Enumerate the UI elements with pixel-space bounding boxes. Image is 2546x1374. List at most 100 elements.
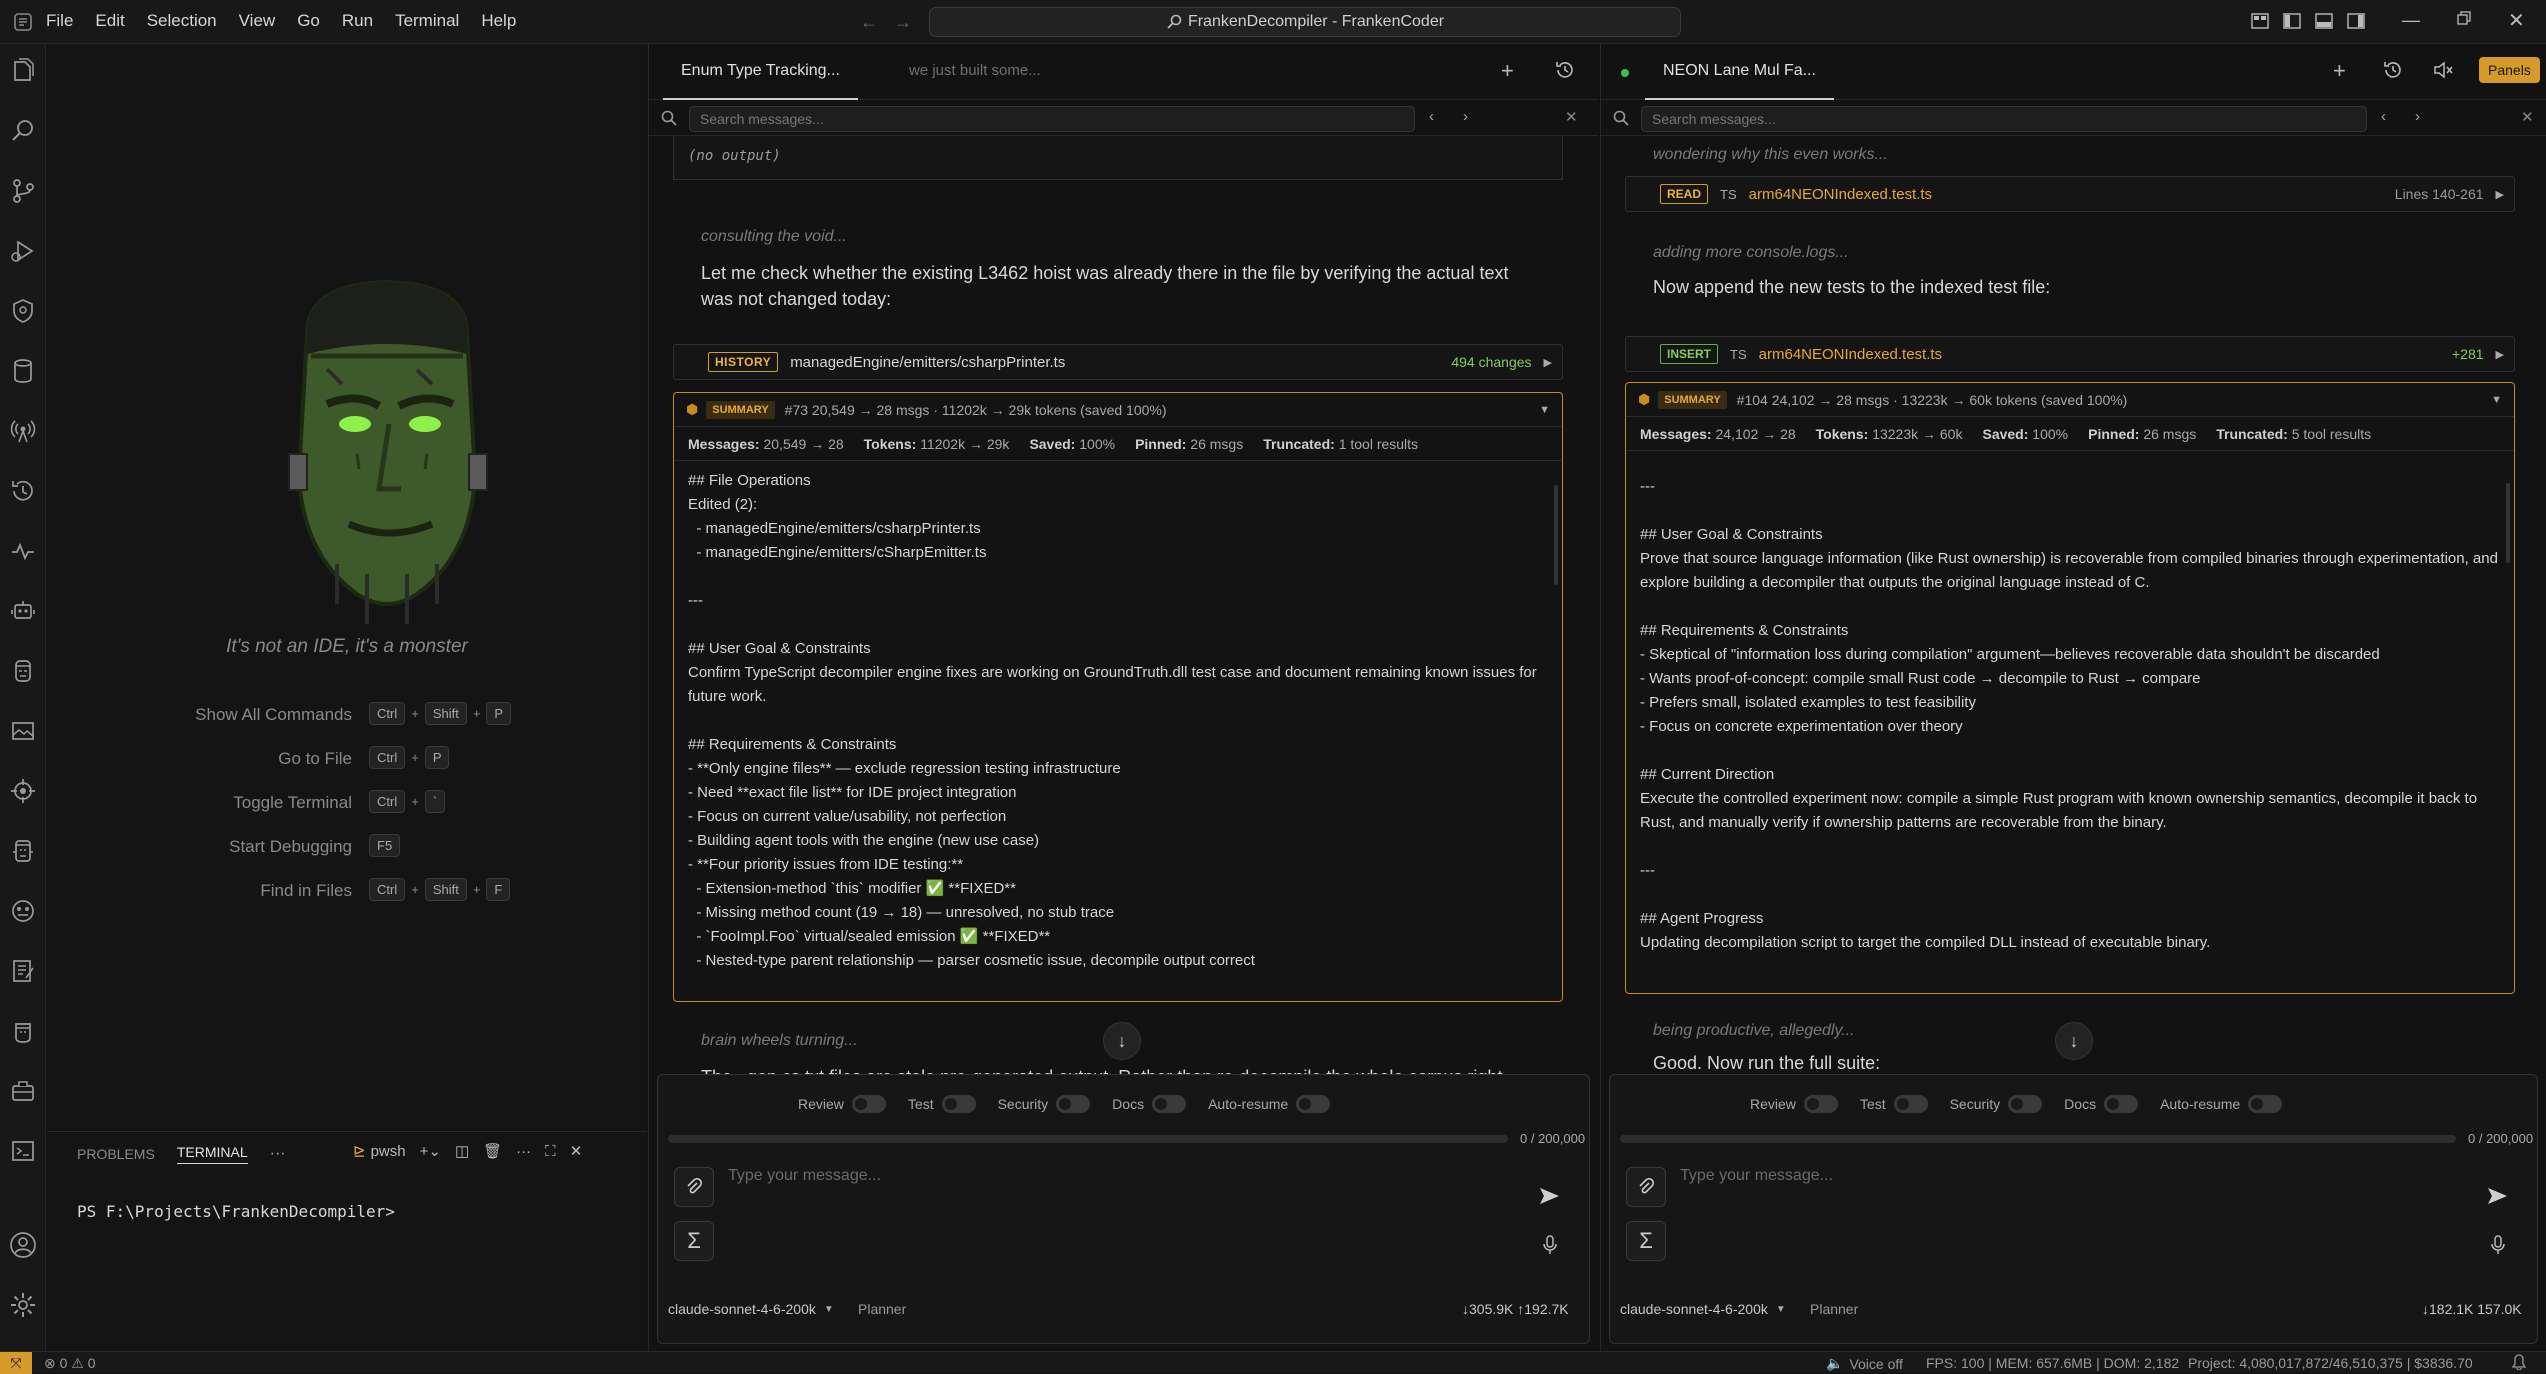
sigma-icon[interactable]: Σ (1626, 1221, 1666, 1261)
summary-header[interactable]: ⬢ SUMMARY #104 24,102 → 28 msgs · 13223k… (1626, 383, 2514, 417)
toggle-security[interactable]: Security (998, 1095, 1091, 1113)
summary-scrollbar[interactable] (1554, 485, 1558, 585)
shortcut-toggle-terminal[interactable]: Toggle Terminal Ctrl + ` (47, 790, 647, 816)
send-icon[interactable] (1538, 1185, 1560, 1207)
search-icon[interactable] (6, 114, 40, 148)
attach-icon[interactable] (674, 1167, 714, 1207)
tab-problems[interactable]: PROBLEMS (77, 1146, 155, 1162)
toolbox-icon[interactable] (6, 1074, 40, 1108)
model-selector[interactable]: claude-sonnet-4-6-200k ▼ (668, 1301, 834, 1317)
toggle-test[interactable]: Test (908, 1095, 976, 1113)
monster-face-icon[interactable] (6, 654, 40, 688)
new-chat-icon[interactable]: + (2333, 58, 2346, 84)
mode-selector[interactable]: Planner (858, 1301, 906, 1317)
image-board-icon[interactable] (6, 714, 40, 748)
summary-header[interactable]: ⬢ SUMMARY #73 20,549 → 28 msgs · 11202k … (674, 393, 1562, 427)
shortcut-find-in-files[interactable]: Find in Files Ctrl + Shift + F (47, 878, 647, 904)
message-search-input[interactable]: Search messages... (1641, 106, 2367, 132)
microphone-icon[interactable] (1542, 1235, 1558, 1255)
scroll-to-bottom-icon[interactable]: ↓ (1103, 1022, 1141, 1060)
account-icon[interactable] (6, 1228, 40, 1262)
minimize-icon[interactable]: — (2402, 10, 2420, 31)
mute-icon[interactable] (2433, 61, 2453, 79)
microphone-icon[interactable] (2490, 1235, 2506, 1255)
expand-arrow-icon[interactable]: ▶ (2496, 188, 2504, 201)
customize-layout-icon[interactable] (2250, 11, 2270, 31)
database-icon[interactable] (6, 354, 40, 388)
toggle-review[interactable]: Review (798, 1095, 886, 1113)
close-window-icon[interactable]: ✕ (2508, 8, 2525, 33)
expand-arrow-icon[interactable]: ▶ (2496, 348, 2504, 361)
notepad-icon[interactable] (6, 954, 40, 988)
search-next-icon[interactable]: › (2415, 108, 2420, 125)
shield-icon[interactable] (6, 294, 40, 328)
more-actions-icon[interactable]: ··· (516, 1143, 531, 1160)
toggle-auto-resume[interactable]: Auto-resume (2160, 1095, 2283, 1113)
terminal-board-icon[interactable] (6, 1134, 40, 1168)
message-search-input[interactable]: Search messages... (689, 106, 1415, 132)
restore-icon[interactable] (2456, 10, 2472, 26)
menu-edit[interactable]: Edit (95, 11, 124, 31)
expand-arrow-icon[interactable]: ▶ (1544, 356, 1552, 369)
menu-go[interactable]: Go (297, 11, 320, 31)
history-icon[interactable] (1555, 60, 1575, 80)
pulse-icon[interactable] (6, 534, 40, 568)
source-control-icon[interactable] (6, 174, 40, 208)
close-panel-icon[interactable]: ✕ (570, 1142, 583, 1160)
collapse-icon[interactable]: ▼ (1539, 404, 1550, 416)
panels-button[interactable]: Panels (2479, 57, 2540, 83)
toggle-docs[interactable]: Docs (2064, 1095, 2139, 1113)
terminal-prompt[interactable]: PS F:\Projects\FrankenDecompiler> (77, 1202, 395, 1221)
voice-status[interactable]: 🔈 Voice off (1826, 1355, 1903, 1372)
toggle-secondary-sidebar-icon[interactable] (2346, 11, 2366, 31)
history-icon[interactable] (2383, 60, 2403, 80)
send-icon[interactable] (2486, 1185, 2508, 1207)
maximize-panel-icon[interactable]: ⛶ (545, 1143, 556, 1160)
monster-head-icon[interactable] (6, 1014, 40, 1048)
run-debug-icon[interactable] (6, 234, 40, 268)
back-arrow-icon[interactable]: ← (860, 12, 878, 33)
robot-icon[interactable] (6, 594, 40, 628)
model-selector[interactable]: claude-sonnet-4-6-200k ▼ (1620, 1301, 1786, 1317)
mode-selector[interactable]: Planner (1810, 1301, 1858, 1317)
remote-indicator-icon[interactable]: ⤧ (0, 1352, 32, 1374)
command-center[interactable]: FrankenDecompiler - FrankenCoder (929, 7, 1681, 37)
toggle-test[interactable]: Test (1860, 1095, 1928, 1113)
settings-gear-icon[interactable] (6, 1288, 40, 1322)
chat-tab-active[interactable]: Enum Type Tracking... (663, 44, 858, 100)
more-tabs-icon[interactable]: ··· (270, 1145, 286, 1163)
summary-scrollbar[interactable] (2506, 483, 2510, 563)
shortcut-show-all-commands[interactable]: Show All Commands Ctrl + Shift + P (47, 702, 647, 728)
tool-call-insert[interactable]: INSERT TS arm64NEONIndexed.test.ts +281 … (1625, 336, 2515, 372)
tab-terminal[interactable]: TERMINAL (176, 1144, 248, 1164)
crosshair-icon[interactable] (6, 774, 40, 808)
tool-call-history[interactable]: HISTORY managedEngine/emitters/csharpPri… (673, 344, 1563, 380)
toggle-review[interactable]: Review (1750, 1095, 1838, 1113)
search-close-icon[interactable]: ✕ (1565, 108, 1578, 126)
shortcut-start-debugging[interactable]: Start Debugging F5 (47, 834, 647, 860)
history-icon[interactable] (6, 474, 40, 508)
toggle-primary-sidebar-icon[interactable] (2282, 11, 2302, 31)
menu-terminal[interactable]: Terminal (395, 11, 459, 31)
trash-icon[interactable]: 🗑 (483, 1142, 502, 1160)
shortcut-go-to-file[interactable]: Go to File Ctrl + P (47, 746, 647, 772)
broadcast-icon[interactable] (6, 414, 40, 448)
menu-help[interactable]: Help (481, 11, 516, 31)
split-terminal-icon[interactable]: ◫ (455, 1142, 469, 1160)
explorer-icon[interactable] (6, 54, 40, 88)
search-prev-icon[interactable]: ‹ (1429, 108, 1434, 125)
new-chat-icon[interactable]: + (1501, 58, 1514, 84)
notifications-bell-icon[interactable] (2512, 1354, 2526, 1370)
menu-selection[interactable]: Selection (147, 11, 217, 31)
attach-icon[interactable] (1626, 1167, 1666, 1207)
menu-run[interactable]: Run (342, 11, 373, 31)
toggle-panel-icon[interactable] (2314, 11, 2334, 31)
toggle-auto-resume[interactable]: Auto-resume (1208, 1095, 1331, 1113)
terminal-shell-selector[interactable]: ⊵ pwsh (353, 1142, 406, 1161)
menu-file[interactable]: File (46, 11, 73, 31)
search-prev-icon[interactable]: ‹ (2381, 108, 2386, 125)
search-next-icon[interactable]: › (1463, 108, 1468, 125)
frankenstein-icon[interactable] (6, 834, 40, 868)
sigma-icon[interactable]: Σ (674, 1221, 714, 1261)
toggle-security[interactable]: Security (1950, 1095, 2043, 1113)
